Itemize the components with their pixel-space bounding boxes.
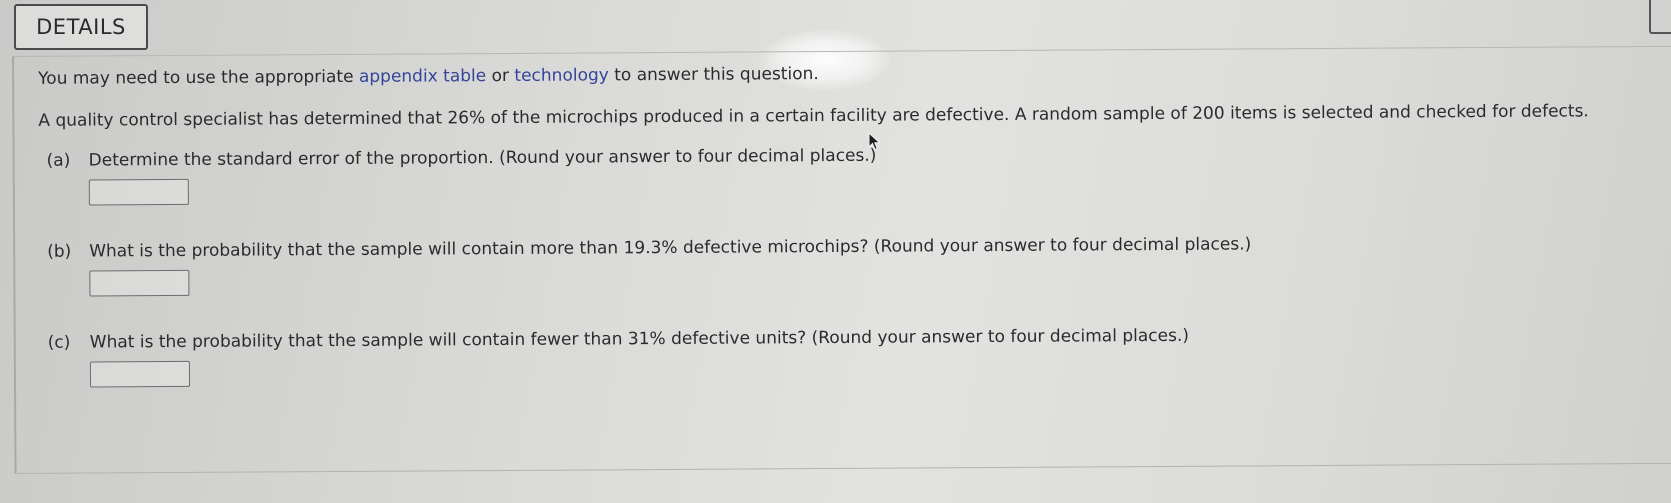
question-panel: You may need to use the appropriate appe… [12,45,1671,474]
part-a-answer-input[interactable] [88,178,189,206]
instruction-text: You may need to use the appropriate appe… [38,64,819,89]
instruction-suffix: to answer this question. [608,64,819,86]
instruction-middle: or [486,65,515,87]
mouse-pointer-icon [868,131,882,156]
part-c-answer-input[interactable] [89,360,191,388]
corner-tab-edge [1649,0,1671,34]
part-b-label: (b) [47,241,72,262]
question-stem: A quality control specialist has determi… [38,101,1589,131]
part-c-question: What is the probability that the sample … [89,325,1190,353]
appendix-table-link[interactable]: appendix table [359,66,486,87]
part-a-label: (a) [46,150,71,171]
instruction-prefix: You may need to use the appropriate [38,66,359,89]
technology-link[interactable]: technology [514,65,609,86]
details-tab[interactable]: DETAILS [14,4,148,50]
part-a-question: Determine the standard error of the prop… [88,145,877,171]
part-c-label: (c) [47,332,71,353]
part-b-answer-input[interactable] [89,269,190,297]
part-b-question: What is the probability that the sample … [89,234,1252,262]
